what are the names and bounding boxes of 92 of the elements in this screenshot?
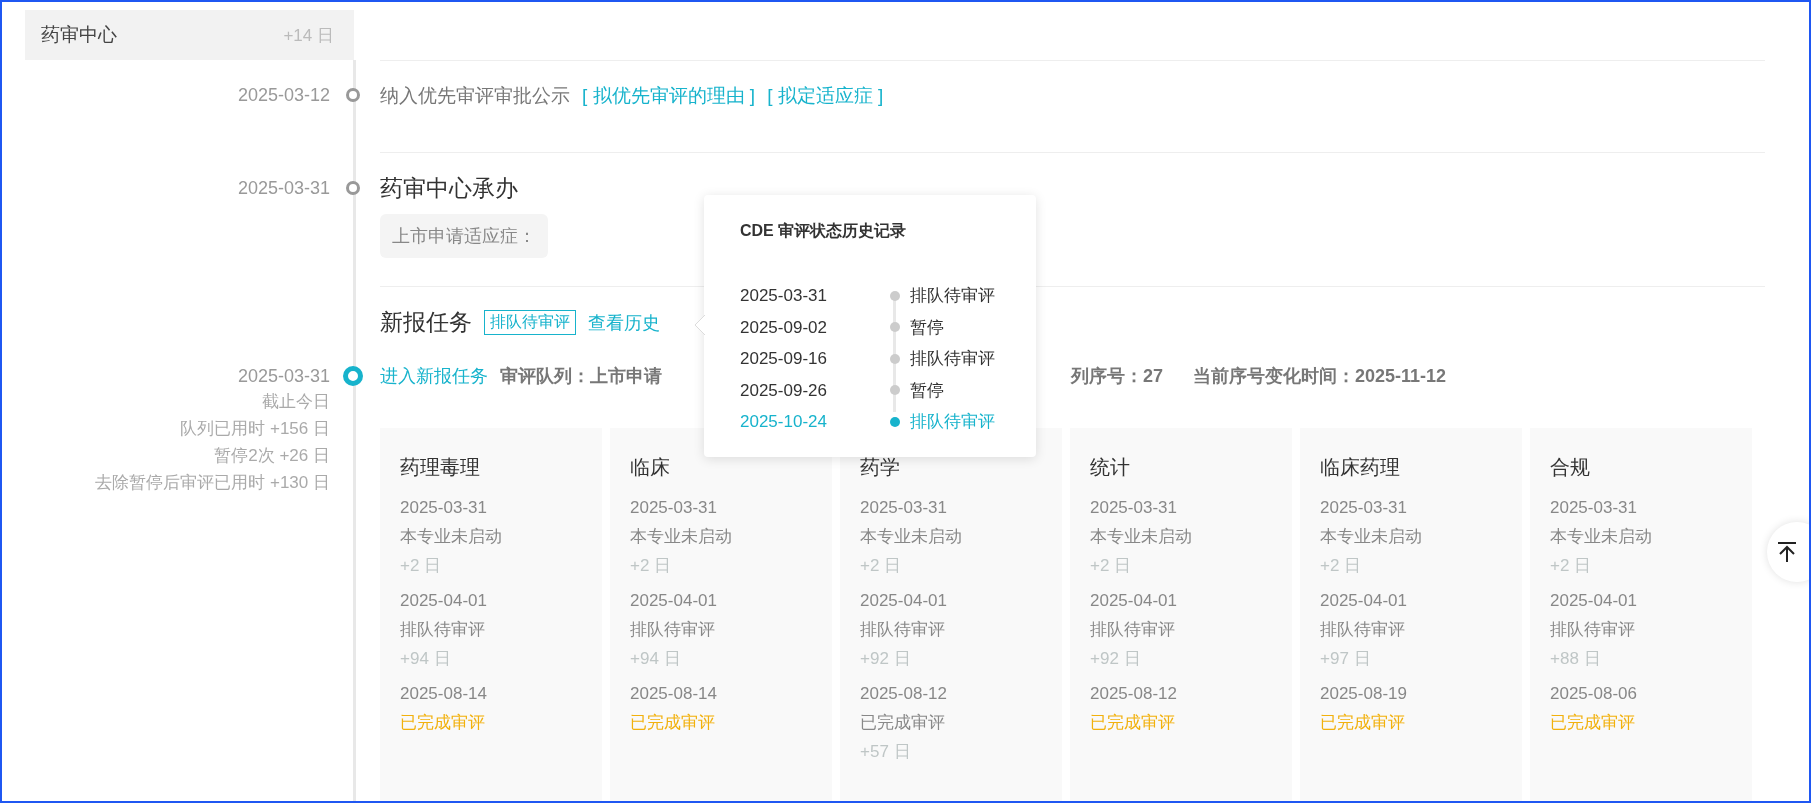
step-duration: +94 日 [400, 648, 452, 670]
task-date: 2025-03-31 [237, 365, 330, 388]
status-tag: 排队待审评 [484, 310, 576, 335]
step-date: 2025-04-01 [860, 590, 948, 612]
step-duration: +88 日 [1550, 648, 1602, 670]
step-status: 本专业未启动 [1320, 526, 1423, 548]
card-title: 药学 [860, 455, 901, 480]
step-duration: +97 日 [1320, 648, 1372, 670]
card-title: 合规 [1550, 455, 1591, 480]
card-title: 统计 [1090, 455, 1131, 480]
step-status: 本专业未启动 [400, 526, 503, 548]
history-dot [890, 290, 900, 301]
step-date: 2025-08-12 [860, 683, 948, 705]
queue-info: 列序号：27 [1071, 365, 1164, 388]
step-status: 排队待审评 [400, 619, 486, 641]
step-date: 2025-08-06 [1550, 683, 1638, 705]
step-status: 已完成审评 [1550, 712, 1636, 734]
step-status: 本专业未启动 [1550, 526, 1653, 548]
step-duration: +2 日 [400, 555, 443, 577]
step-status: 已完成审评 [1090, 712, 1176, 734]
card-title: 临床 [630, 455, 671, 480]
step-status: 本专业未启动 [860, 526, 963, 548]
card-title: 临床药理 [1320, 455, 1401, 480]
history-dot [890, 322, 900, 333]
history-date: 2025-09-02 [740, 316, 828, 339]
history-status: 暂停 [910, 316, 945, 339]
step-date: 2025-03-31 [1550, 497, 1638, 519]
step-date: 2025-03-31 [860, 497, 948, 519]
step-date: 2025-03-31 [400, 497, 488, 519]
step-status: 本专业未启动 [630, 526, 733, 548]
step-date: 2025-03-31 [1090, 497, 1178, 519]
event-date: 2025-03-31 [237, 177, 330, 200]
step-date: 2025-04-01 [1320, 590, 1408, 612]
popup-title: CDE 审评状态历史记录 [740, 221, 908, 241]
step-date: 2025-08-14 [400, 683, 488, 705]
arrow-up-icon [1775, 540, 1799, 564]
enter-task-link[interactable]: 进入新报任务 [380, 364, 488, 388]
step-date: 2025-03-31 [630, 497, 718, 519]
step-date: 2025-04-01 [1550, 590, 1638, 612]
step-status: 本专业未启动 [1090, 526, 1193, 548]
queue-stat: 暂停2次 +26 日 [214, 445, 330, 467]
step-duration: +2 日 [1320, 555, 1363, 577]
step-status: 排队待审评 [1320, 619, 1406, 641]
step-date: 2025-04-01 [400, 590, 488, 612]
step-duration: +94 日 [630, 648, 682, 670]
step-duration: +57 日 [860, 741, 912, 763]
step-status: 排队待审评 [1550, 619, 1636, 641]
step-date: 2025-08-19 [1320, 683, 1408, 705]
history-date: 2025-09-26 [740, 379, 828, 402]
history-dot [890, 353, 900, 364]
history-link[interactable]: 查看历史 [588, 310, 660, 335]
step-status: 已完成审评 [400, 712, 486, 734]
history-date: 2025-10-24 [740, 411, 828, 433]
step-status: 排队待审评 [860, 619, 946, 641]
step-date: 2025-08-12 [1090, 683, 1178, 705]
step-duration: +92 日 [1090, 648, 1142, 670]
task-title: 新报任务 [380, 308, 472, 337]
step-date: 2025-03-31 [1320, 497, 1408, 519]
history-status: 排队待审评 [910, 411, 996, 433]
header-title: 药审中心 [41, 23, 117, 47]
event-title: 药审中心承办 [380, 174, 518, 203]
step-status: 排队待审评 [1090, 619, 1176, 641]
step-date: 2025-04-01 [1090, 590, 1178, 612]
history-status: 暂停 [910, 379, 945, 402]
step-status: 已完成审评 [630, 712, 716, 734]
step-status: 排队待审评 [630, 619, 716, 641]
step-duration: +2 日 [1090, 555, 1133, 577]
history-date: 2025-09-16 [740, 348, 828, 370]
history-status: 排队待审评 [910, 285, 996, 307]
step-duration: +2 日 [630, 555, 673, 577]
indication-chip: 上市申请适应症： [380, 214, 548, 258]
card-title: 药理毒理 [400, 455, 481, 480]
step-date: 2025-08-14 [630, 683, 718, 705]
step-date: 2025-04-01 [630, 590, 718, 612]
step-duration: +2 日 [1550, 555, 1593, 577]
history-dot [890, 416, 900, 427]
history-status: 排队待审评 [910, 348, 996, 370]
queue-info: 审评队列：上市申请 [500, 365, 662, 388]
history-date: 2025-03-31 [740, 285, 828, 307]
queue-info: 当前序号变化时间：2025-11-12 [1193, 365, 1447, 388]
step-status: 已完成审评 [860, 712, 946, 734]
event-link[interactable]: [ 拟优先审评的理由 ] [582, 83, 756, 109]
queue-stat: 队列已用时 +156 日 [180, 418, 330, 440]
queue-stat: 截止今日 [262, 391, 330, 413]
event-link[interactable]: [ 拟定适应症 ] [767, 83, 884, 109]
step-status: 已完成审评 [1320, 712, 1406, 734]
event-date: 2025-03-12 [237, 84, 330, 107]
step-duration: +2 日 [860, 555, 903, 577]
step-duration: +92 日 [860, 648, 912, 670]
queue-stat: 去除暂停后审评已用时 +130 日 [95, 472, 330, 494]
history-dot [890, 385, 900, 396]
event-text: 纳入优先审评审批公示 [380, 84, 570, 108]
